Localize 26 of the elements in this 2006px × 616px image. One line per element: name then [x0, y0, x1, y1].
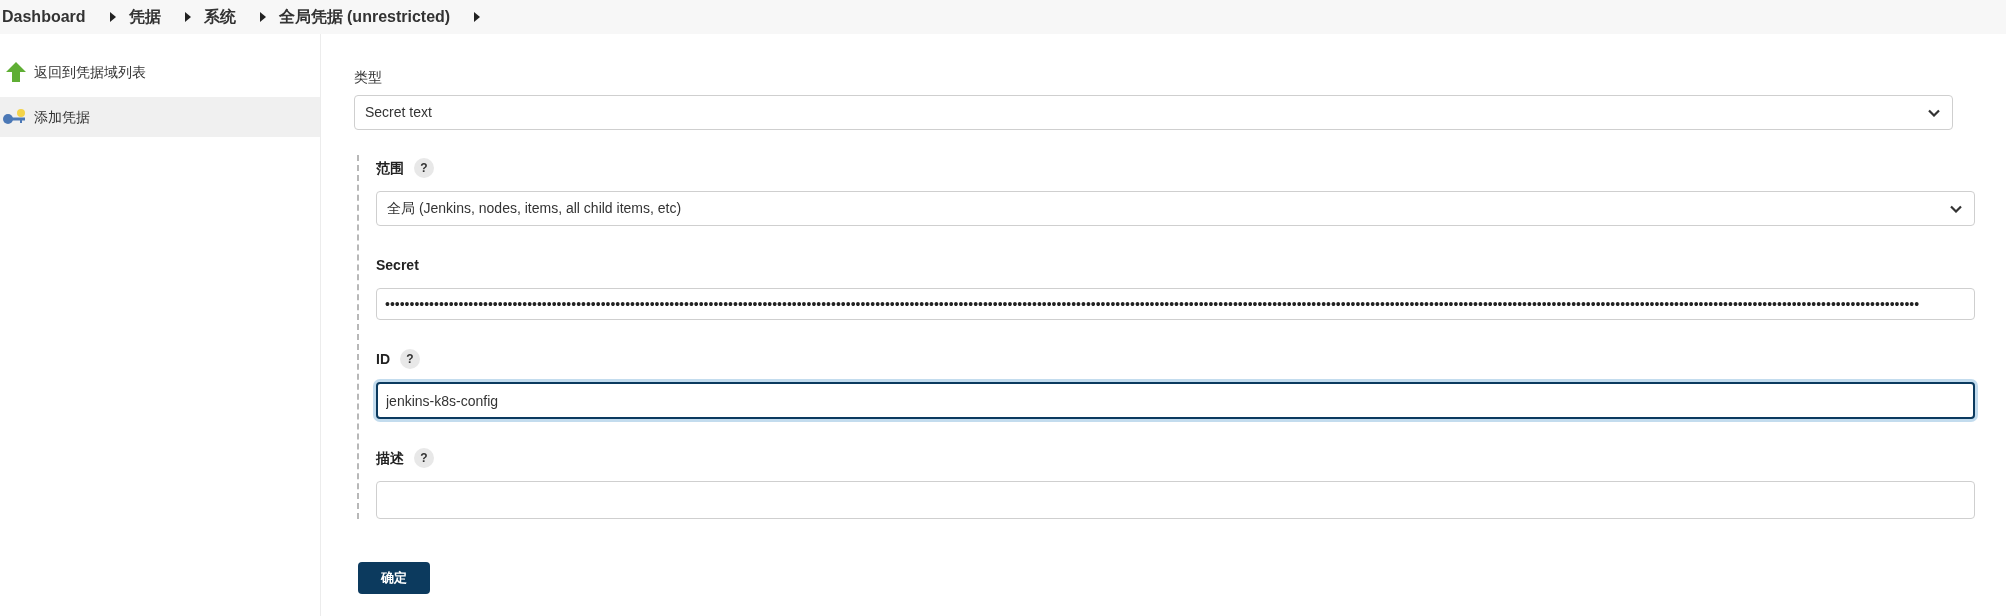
sidebar-item[interactable]: 添加凭据: [0, 97, 320, 137]
field-label: 描述: [376, 448, 404, 468]
field-label: ID: [376, 349, 390, 369]
help-button[interactable]: ?: [414, 448, 434, 468]
help-button[interactable]: ?: [414, 158, 434, 178]
ok-button[interactable]: 确定: [358, 562, 430, 594]
scope-select[interactable]: 全局 (Jenkins, nodes, items, all child items, etc): [376, 191, 1975, 226]
up-arrow-icon: [6, 62, 26, 82]
chevron-down-icon: [1950, 204, 1962, 213]
caret-icon[interactable]: [109, 12, 116, 22]
id-input[interactable]: jenkins-k8s-config: [376, 382, 1975, 419]
secret-input[interactable]: •••••••••••••••••••••••••••••••••••••••••••••••••••••••••••••••••••••••••••••••••••••••••••••••••••••••••••••••••••••••••••••••••••••••••••••••••••••••••••••••••••••••••••••••••••••••••••••••••••••••••••••••••••••••••••••••••••••••••••••••••••••••••••••••••••••••••••••••••••••••••••••••••••••••••••••••••••••••••: [376, 288, 1975, 320]
help-button[interactable]: ?: [400, 349, 420, 369]
breadcrumb-link[interactable]: Dashboard: [2, 5, 86, 29]
field-label: Secret: [376, 255, 419, 275]
breadcrumb-link[interactable]: 系统: [203, 5, 236, 29]
caret-icon[interactable]: [184, 12, 191, 22]
breadcrumb-link[interactable]: 全局凭据 (unrestricted): [278, 5, 451, 29]
key-icon: [2, 108, 26, 126]
breadcrumb-link[interactable]: 凭据: [128, 5, 161, 29]
field-label: 类型: [354, 68, 382, 87]
caret-icon[interactable]: [474, 12, 481, 22]
field-label: 范围: [376, 158, 404, 178]
type-select[interactable]: Secret text: [354, 95, 1953, 130]
chevron-down-icon: [1928, 108, 1940, 117]
caret-icon[interactable]: [259, 12, 266, 22]
